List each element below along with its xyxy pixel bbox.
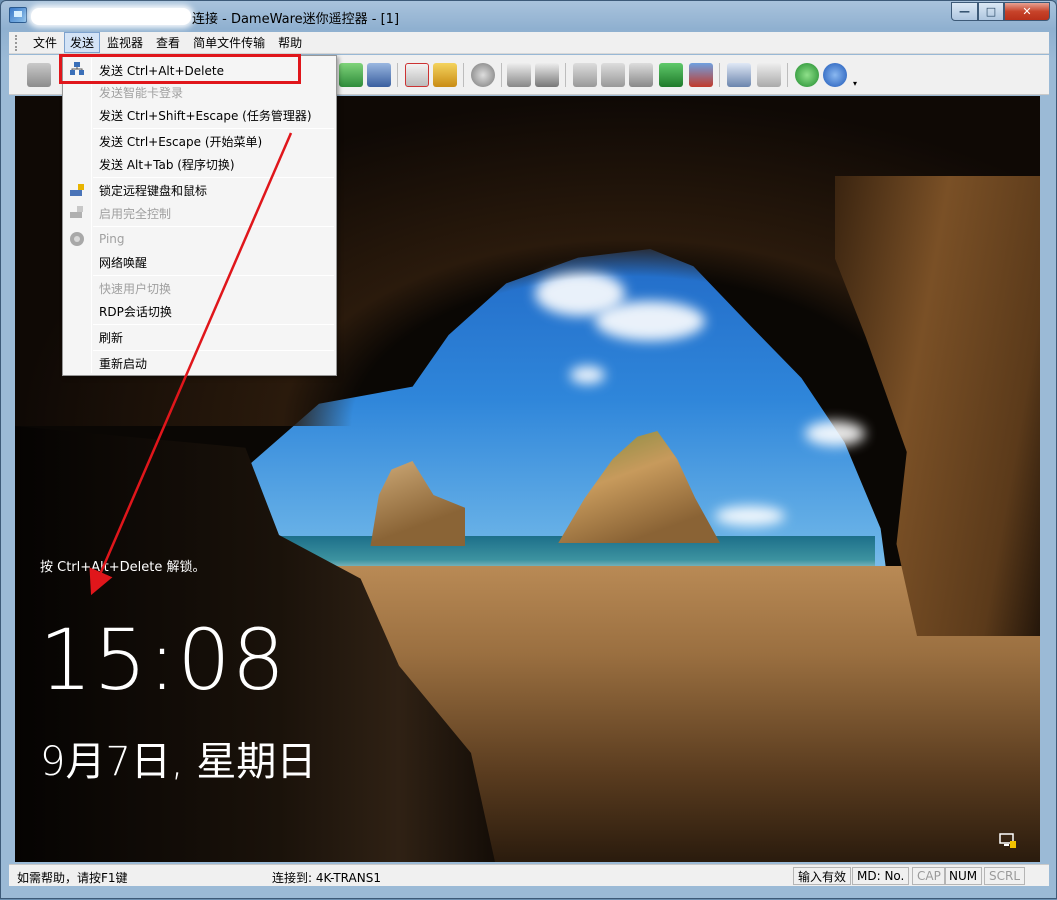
status-scrl: SCRL: [984, 867, 1026, 885]
lockscreen-time: 15:08: [39, 611, 287, 709]
menu-help[interactable]: 帮助: [272, 32, 308, 53]
status-bar: 如需帮助，请按F1键 连接到: 4K-TRANS1 输入有效 MD: No. C…: [9, 864, 1049, 886]
help-icon[interactable]: [823, 63, 847, 87]
status-connection: 连接到: 4K-TRANS1: [272, 871, 381, 885]
redacted-hostname: [31, 8, 191, 25]
menu-send-smartcard-logon: 发送智能卡登录: [99, 85, 184, 100]
minimize-button[interactable]: —: [951, 2, 978, 21]
menu-send-ctrl-escape[interactable]: 发送 Ctrl+Escape (开始菜单): [99, 131, 262, 151]
menu-file[interactable]: 文件: [27, 32, 63, 53]
lockscreen-date: 9月7日, 星期日: [40, 739, 317, 785]
disconnect-icon[interactable]: [629, 63, 653, 87]
network-icon[interactable]: [601, 63, 625, 87]
menu-lock-remote-input[interactable]: 锁定远程键盘和鼠标: [99, 180, 207, 200]
network-status-icon[interactable]: [999, 833, 1017, 849]
menu-enable-full-control: 启用完全控制: [99, 206, 172, 221]
lock-keyboard-icon: [70, 184, 84, 196]
maximize-button[interactable]: □: [978, 2, 1004, 21]
menu-monitor[interactable]: 监视器: [101, 32, 149, 53]
app-window: 连接 - DameWare迷你遥控器 - [1] — □ ✕ 文件 发送 监视器…: [0, 0, 1057, 899]
settings-wrench-icon[interactable]: [433, 63, 457, 87]
status-help-text: 如需帮助，请按F1键: [17, 871, 128, 885]
transfer-red-icon[interactable]: [689, 63, 713, 87]
title-bar: 连接 - DameWare迷你遥控器 - [1] — □ ✕: [1, 1, 1056, 31]
annotation-highlight-box: [59, 54, 301, 84]
connect-monitor-icon[interactable]: [27, 63, 51, 87]
status-md: MD: No.: [852, 867, 910, 885]
lock-icon[interactable]: [757, 63, 781, 87]
menu-bar: 文件 发送 监视器 查看 简单文件传输 帮助: [9, 32, 1049, 54]
status-cap: CAP: [912, 867, 946, 885]
menu-wake-on-lan[interactable]: 网络唤醒: [99, 252, 147, 272]
send-menu-dropdown: 发送 Ctrl+Alt+Delete 发送智能卡登录 发送 Ctrl+Shift…: [62, 55, 337, 376]
menu-send-alt-tab[interactable]: 发送 Alt+Tab (程序切换): [99, 154, 235, 174]
menu-rdp-session-switch[interactable]: RDP会话切换: [99, 301, 172, 321]
menu-refresh[interactable]: 刷新: [99, 327, 123, 347]
toolbar-overflow-chevron-icon[interactable]: ▾: [853, 79, 861, 88]
lockscreen-unlock-hint: 按 Ctrl+Alt+Delete 解锁。: [40, 560, 206, 575]
menu-send-ctrl-shift-escape[interactable]: 发送 Ctrl+Shift+Escape (任务管理器): [99, 105, 312, 125]
full-control-icon: [70, 206, 83, 218]
windows-icon[interactable]: [727, 63, 751, 87]
menu-fast-user-switch: 快速用户切换: [99, 281, 172, 296]
menu-send[interactable]: 发送: [64, 32, 101, 53]
dameware-app-icon[interactable]: [9, 7, 27, 23]
menu-restart[interactable]: 重新启动: [99, 353, 147, 373]
disc-icon[interactable]: [471, 63, 495, 87]
print-icon[interactable]: [507, 63, 531, 87]
info-icon[interactable]: [795, 63, 819, 87]
menu-view[interactable]: 查看: [150, 32, 186, 53]
status-num: NUM: [944, 867, 983, 885]
ping-icon: [70, 232, 84, 246]
menubar-grip: [15, 34, 21, 51]
status-input-valid: 输入有效: [793, 867, 852, 885]
menu-ping: Ping: [99, 232, 125, 246]
transfer-green-icon[interactable]: [659, 63, 683, 87]
cursor-blue-icon[interactable]: [367, 63, 391, 87]
menu-file-transfer[interactable]: 简单文件传输: [187, 32, 271, 53]
computers-icon[interactable]: [573, 63, 597, 87]
print-preview-icon[interactable]: [535, 63, 559, 87]
cursor-green-icon[interactable]: [339, 63, 363, 87]
window-title: 连接 - DameWare迷你遥控器 - [1]: [192, 12, 400, 27]
close-button[interactable]: ✕: [1004, 2, 1050, 21]
checklist-icon[interactable]: [405, 63, 429, 87]
